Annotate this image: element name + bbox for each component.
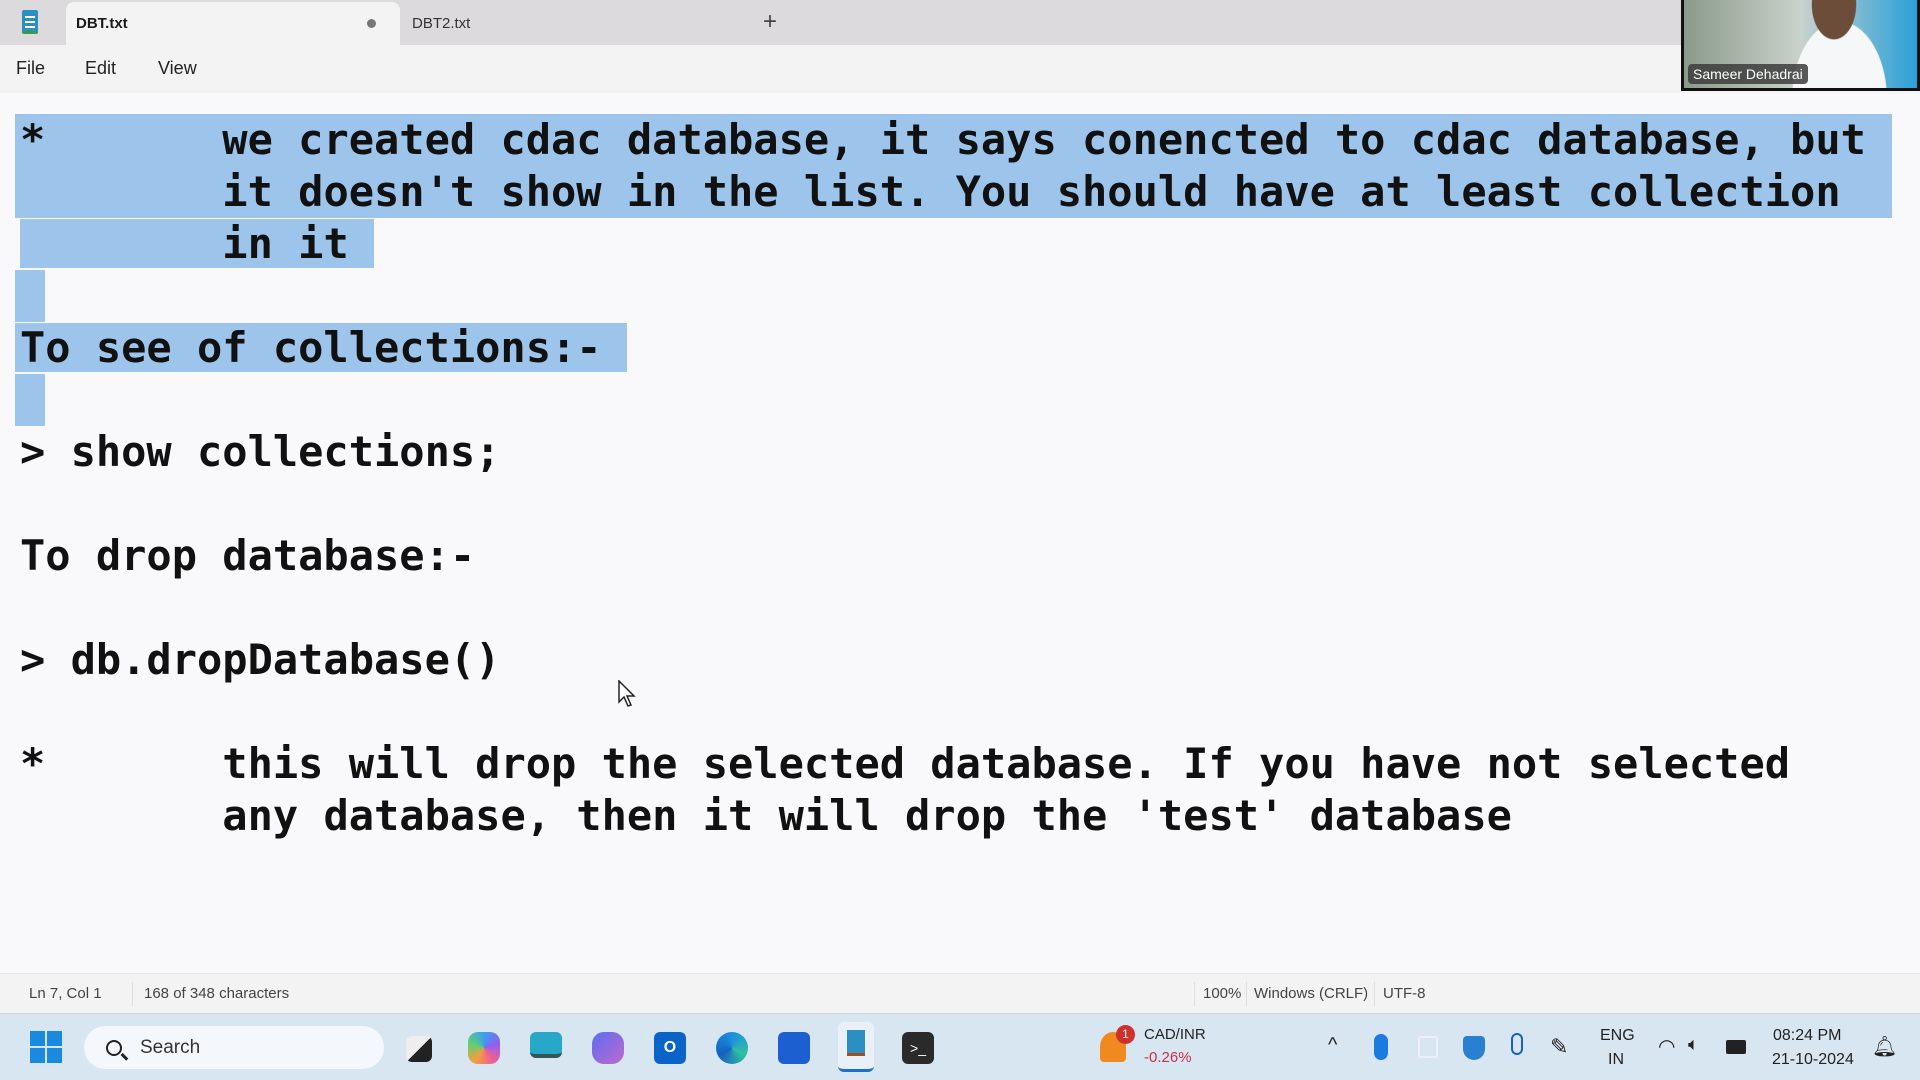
unsaved-dot-icon[interactable] <box>367 19 376 28</box>
search-icon <box>106 1039 122 1056</box>
task-view-icon[interactable] <box>406 1036 432 1062</box>
character-count: 168 of 348 characters <box>144 985 290 1002</box>
text-line <box>15 478 20 530</box>
notepad-taskbar-icon[interactable] <box>838 1022 874 1072</box>
widget-change: -0.26% <box>1144 1049 1192 1066</box>
menu-edit[interactable]: Edit <box>85 58 116 79</box>
divider <box>1194 982 1195 1006</box>
zoom-level[interactable]: 100% <box>1203 985 1241 1002</box>
text-line: * we created cdac database, it says cone… <box>15 114 1892 166</box>
encoding[interactable]: UTF-8 <box>1383 985 1426 1002</box>
wifi-icon[interactable]: ◠ <box>1658 1034 1675 1059</box>
region[interactable]: IN <box>1608 1051 1624 1069</box>
m365-icon[interactable] <box>592 1032 624 1064</box>
text-line <box>15 374 45 426</box>
divider <box>1374 982 1375 1006</box>
video-overlay[interactable]: Sameer Dehadrai <box>1681 0 1920 91</box>
status-bar: Ln 7, Col 1 168 of 348 characters 100% W… <box>0 973 1920 1013</box>
text-line <box>15 582 20 634</box>
new-tab-button[interactable]: + <box>760 8 780 36</box>
divider <box>132 982 133 1006</box>
selection: To see of collections:- <box>15 323 627 372</box>
tray-app-icon[interactable] <box>1418 1036 1438 1058</box>
participant-name: Sameer Dehadrai <box>1688 64 1808 84</box>
line-ending[interactable]: Windows (CRLF) <box>1254 985 1368 1002</box>
volume-icon[interactable]: 🔈︎ <box>1688 1034 1699 1055</box>
widget-title[interactable]: CAD/INR <box>1144 1026 1206 1043</box>
start-icon[interactable] <box>30 1031 62 1063</box>
pen-icon[interactable]: ✎ <box>1550 1034 1568 1060</box>
text-line: > show collections; <box>20 427 501 476</box>
tab-label: DBT.txt <box>76 15 128 32</box>
tab-dbt[interactable]: DBT.txt <box>66 2 400 45</box>
tab-dbt2[interactable]: DBT2.txt <box>400 2 736 45</box>
divider <box>1246 982 1247 1006</box>
copilot-icon[interactable] <box>468 1032 500 1064</box>
text-line: To see of collections:- <box>15 322 627 374</box>
text-line <box>15 686 20 738</box>
notification-badge: 1 <box>1116 1025 1135 1044</box>
bluetooth-icon[interactable] <box>1374 1034 1388 1060</box>
terminal-icon[interactable]: >_ <box>902 1032 934 1064</box>
text-line: in it <box>15 218 375 270</box>
menu-file[interactable]: File <box>16 58 45 79</box>
selection: in it <box>20 219 375 268</box>
edge-icon[interactable] <box>716 1032 748 1064</box>
chevron-up-icon[interactable]: ^ <box>1328 1034 1337 1057</box>
outlook-icon[interactable]: O <box>654 1032 686 1064</box>
clock-date[interactable]: 21-10-2024 <box>1772 1051 1854 1069</box>
desktop-icon[interactable] <box>530 1032 562 1058</box>
search-box[interactable]: Search <box>84 1026 384 1069</box>
battery-icon[interactable] <box>1726 1040 1746 1054</box>
notepad-icon <box>22 10 38 34</box>
microphone-icon[interactable] <box>1511 1033 1523 1055</box>
menu-view[interactable]: View <box>158 58 197 79</box>
text-line: it doesn't show in the list. You should … <box>15 166 1892 218</box>
text-line: * this will drop the selected database. … <box>20 739 1791 788</box>
menu-bar: File Edit View <box>0 45 1920 93</box>
clock-time[interactable]: 08:24 PM <box>1773 1027 1841 1045</box>
text-line: > db.dropDatabase() <box>20 635 501 684</box>
search-label: Search <box>140 1036 201 1058</box>
whiteboard-icon[interactable] <box>778 1032 810 1064</box>
taskbar: Search O >_ 1 CAD/INR -0.26% ^ ✎ ENG IN … <box>0 1013 1920 1080</box>
tab-label: DBT2.txt <box>412 15 471 32</box>
text-line: any database, then it will drop the 'tes… <box>20 791 1512 840</box>
tab-bar: DBT.txt DBT2.txt + <box>0 0 1920 45</box>
language[interactable]: ENG <box>1600 1027 1635 1045</box>
notifications-bell-icon[interactable]: 🔔︎ <box>1872 1034 1897 1059</box>
text-line: To drop database:- <box>20 531 476 580</box>
text-line <box>15 270 45 322</box>
cursor-position: Ln 7, Col 1 <box>29 985 102 1002</box>
defender-icon[interactable] <box>1463 1036 1485 1060</box>
text-editor[interactable]: * we created cdac database, it says cone… <box>0 93 1920 973</box>
